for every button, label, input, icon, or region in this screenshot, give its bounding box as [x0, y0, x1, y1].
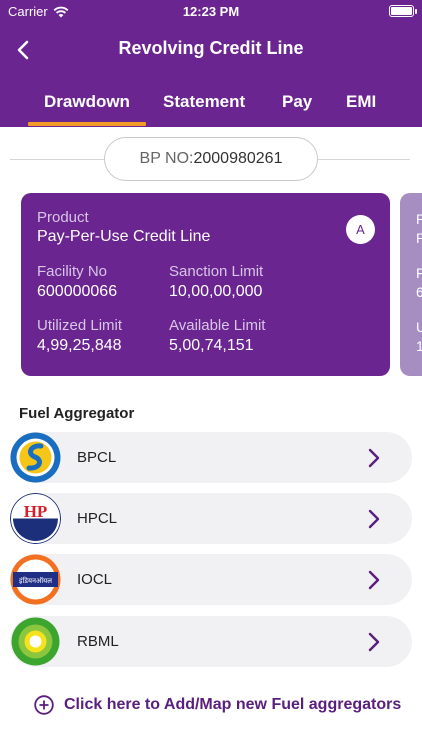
- iocl-logo-icon: इंडियनऑयल: [10, 554, 61, 605]
- bp-number-pill: BP NO: 2000980261: [104, 137, 318, 181]
- chevron-right-icon: [368, 509, 380, 529]
- add-circle-icon: [34, 695, 54, 715]
- sanction-value: 10,00,00,000: [169, 283, 263, 300]
- aggregator-label: HPCL: [77, 510, 118, 527]
- aggregator-label: RBML: [77, 633, 119, 650]
- available-label: Available Limit: [169, 317, 266, 334]
- battery-nub: [415, 9, 417, 14]
- peek-glyph: P: [416, 230, 422, 246]
- hpcl-logo-icon: HP: [10, 493, 61, 544]
- bp-value: 2000980261: [193, 150, 283, 167]
- active-tab-indicator: [28, 122, 146, 126]
- aggregator-row-iocl[interactable]: इंडियनऑयल IOCL: [10, 554, 412, 605]
- bp-helios-logo-icon: [10, 616, 61, 667]
- facility-value: 600000066: [37, 283, 118, 300]
- chevron-right-icon: [368, 632, 380, 652]
- add-aggregator-link[interactable]: Click here to Add/Map new Fuel aggregato…: [34, 693, 401, 717]
- status-time: 12:23 PM: [182, 4, 240, 19]
- section-title: Fuel Aggregator: [19, 405, 135, 422]
- tab-emi[interactable]: EMI: [346, 92, 376, 112]
- aggregator-row-hpcl[interactable]: HP HPCL: [10, 493, 412, 544]
- chevron-right-icon: [368, 570, 380, 590]
- sanction-label: Sanction Limit: [169, 263, 264, 280]
- peek-glyph: F: [416, 265, 422, 281]
- app-header: Carrier 12:23 PM Revolving Credit Line D…: [0, 0, 422, 127]
- tab-pay[interactable]: Pay: [282, 92, 312, 112]
- tab-statement[interactable]: Statement: [163, 92, 245, 112]
- battery-icon: [389, 5, 414, 17]
- tab-drawdown[interactable]: Drawdown: [44, 92, 130, 112]
- aggregator-label: BPCL: [77, 449, 117, 466]
- add-aggregator-label: Click here to Add/Map new Fuel aggregato…: [64, 696, 402, 713]
- peek-glyph: 6: [416, 284, 422, 300]
- bpcl-logo-icon: [10, 432, 61, 483]
- next-card-peek[interactable]: P P F 6 U 1: [400, 193, 422, 376]
- bp-label: BP NO:: [139, 150, 194, 167]
- aggregator-row-rbml[interactable]: RBML: [10, 616, 412, 667]
- utilized-value: 4,99,25,848: [37, 337, 122, 354]
- page-title: Revolving Credit Line: [118, 38, 304, 58]
- card-badge: A: [346, 215, 375, 244]
- peek-glyph: 1: [416, 338, 422, 354]
- product-label: Product: [37, 209, 89, 226]
- facility-label: Facility No: [37, 263, 108, 280]
- status-bar: Carrier 12:23 PM: [0, 0, 422, 22]
- available-value: 5,00,74,151: [169, 337, 254, 354]
- credit-line-card[interactable]: Product Pay-Per-Use Credit Line A Facili…: [21, 193, 390, 376]
- svg-text:HP: HP: [24, 502, 48, 521]
- utilized-label: Utilized Limit: [37, 317, 123, 334]
- svg-text:इंडियनऑयल: इंडियनऑयल: [19, 576, 52, 585]
- aggregator-label: IOCL: [77, 571, 113, 588]
- chevron-right-icon: [368, 448, 380, 468]
- peek-glyph: U: [416, 319, 422, 335]
- product-value: Pay-Per-Use Credit Line: [37, 228, 211, 245]
- aggregator-row-bpcl[interactable]: BPCL: [10, 432, 412, 483]
- peek-glyph: P: [416, 211, 422, 227]
